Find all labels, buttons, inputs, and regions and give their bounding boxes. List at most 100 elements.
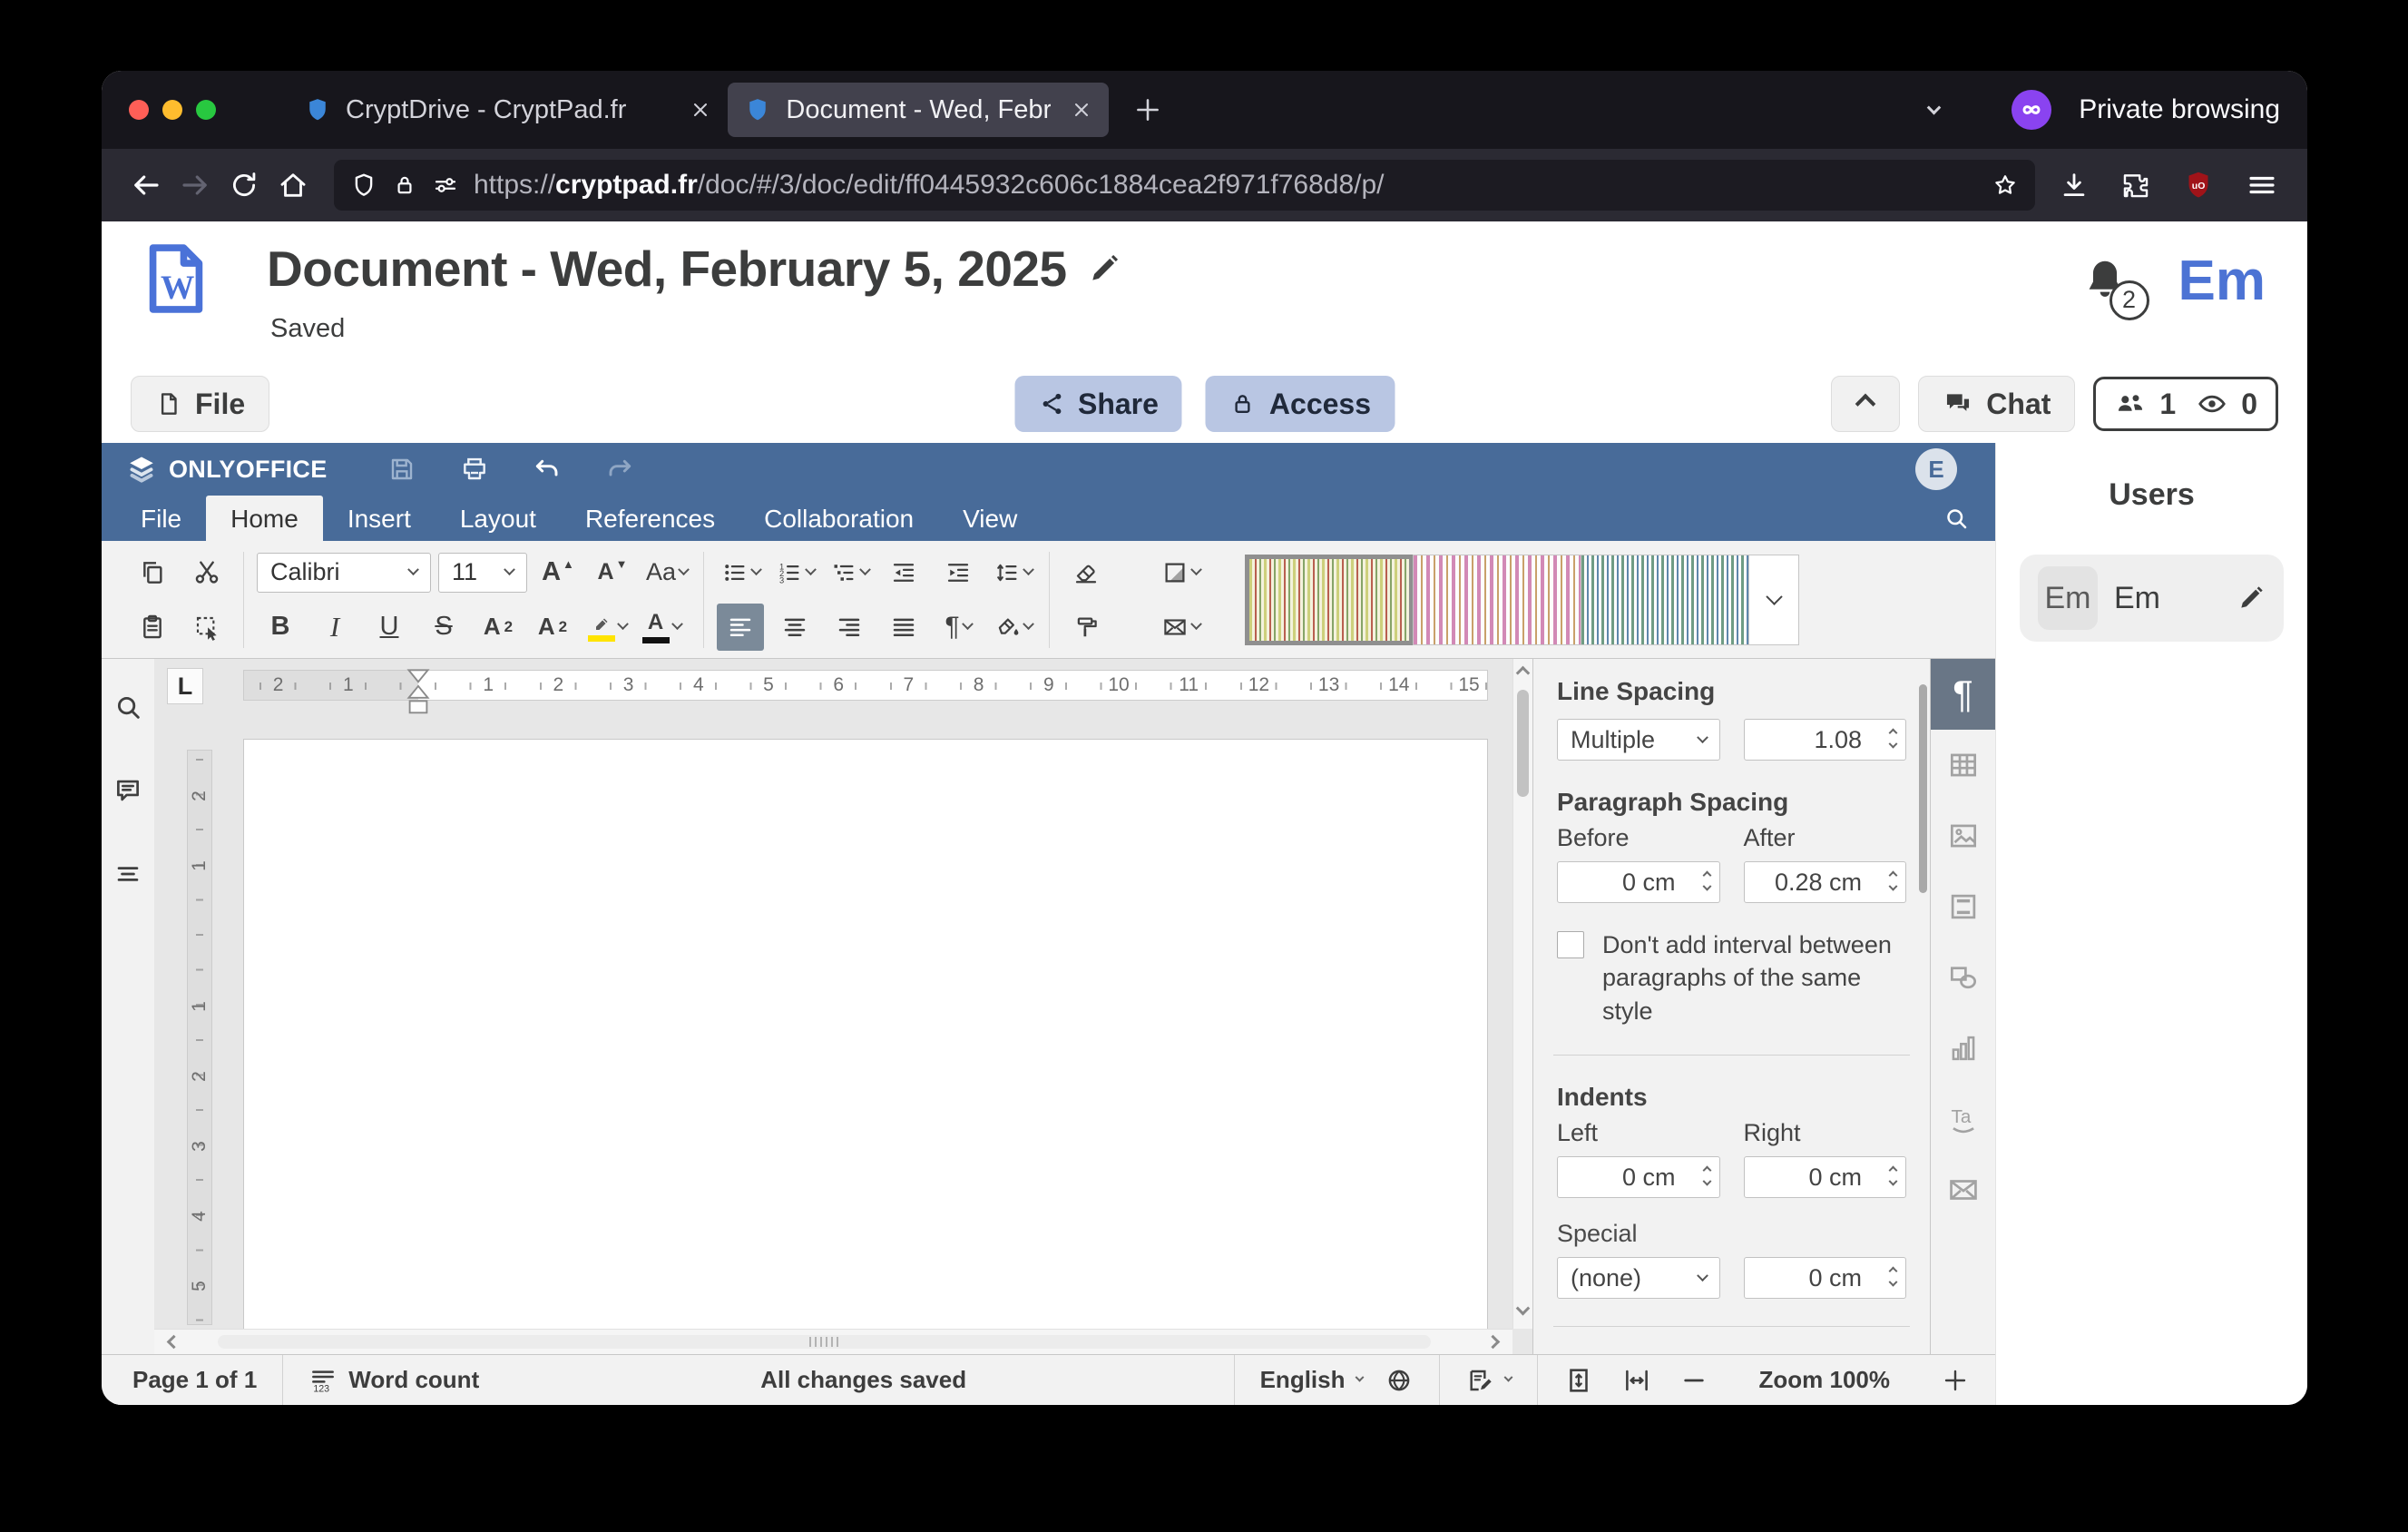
- cell-shading-button[interactable]: [1157, 549, 1204, 596]
- indent-markers[interactable]: [406, 668, 430, 717]
- nonprinting-chars-button[interactable]: ¶: [935, 604, 982, 651]
- align-justify-button[interactable]: [880, 604, 927, 651]
- bookmark-star-icon[interactable]: [1992, 172, 2019, 199]
- copy-button[interactable]: [129, 549, 176, 596]
- text-art-settings-tab[interactable]: [1931, 1084, 1996, 1154]
- collapse-toolbar-button[interactable]: [1831, 376, 1900, 432]
- menu-tab-view[interactable]: View: [938, 496, 1042, 541]
- align-right-button[interactable]: [826, 604, 873, 651]
- chat-button[interactable]: Chat: [1918, 376, 2075, 432]
- document-page[interactable]: [243, 739, 1488, 1354]
- multilevel-list-button[interactable]: [826, 549, 873, 596]
- scroll-up-arrow[interactable]: [1516, 666, 1531, 681]
- bold-button[interactable]: B: [257, 604, 304, 651]
- menu-tab-insert[interactable]: Insert: [323, 496, 436, 541]
- tab-close-icon[interactable]: [1071, 99, 1092, 121]
- tab-list-chevron-icon[interactable]: [1927, 100, 1942, 114]
- menu-tab-home[interactable]: Home: [206, 496, 323, 541]
- spin-down-icon[interactable]: [1889, 740, 1898, 749]
- change-case-button[interactable]: Aa: [643, 549, 690, 596]
- indent-right-input[interactable]: 0 cm: [1744, 1156, 1907, 1198]
- align-center-button[interactable]: [771, 604, 818, 651]
- tab-cryptdrive[interactable]: CryptDrive - CryptPad.fr: [288, 83, 728, 137]
- align-left-button[interactable]: [717, 604, 764, 651]
- menu-tab-layout[interactable]: Layout: [436, 496, 561, 541]
- tab-document[interactable]: Document - Wed, February 5, 20: [728, 83, 1109, 137]
- spin-up-icon[interactable]: [1889, 729, 1898, 738]
- chart-settings-tab[interactable]: [1931, 1013, 1996, 1084]
- editor-search-icon[interactable]: [1943, 505, 1970, 532]
- find-icon[interactable]: [113, 692, 143, 722]
- font-size-select[interactable]: 11: [438, 553, 527, 593]
- permissions-icon[interactable]: [432, 172, 459, 199]
- url-bar[interactable]: https://cryptpad.fr/doc/#/3/doc/edit/ff0…: [334, 160, 2035, 211]
- menu-tab-collaboration[interactable]: Collaboration: [739, 496, 938, 541]
- style-thumbnail-normal[interactable]: [1245, 555, 1414, 645]
- undo-icon[interactable]: [533, 455, 562, 484]
- account-name[interactable]: Em: [2178, 249, 2266, 313]
- app-menu-icon[interactable]: [2246, 169, 2278, 201]
- spellcheck-button[interactable]: [1465, 1366, 1512, 1395]
- window-close-button[interactable]: [129, 100, 149, 120]
- forward-button[interactable]: [171, 161, 220, 210]
- paste-button[interactable]: [129, 604, 176, 651]
- scroll-down-arrow[interactable]: [1516, 1301, 1531, 1316]
- file-button[interactable]: File: [131, 376, 269, 432]
- zoom-out-icon[interactable]: [1679, 1366, 1708, 1395]
- clear-style-button[interactable]: [1062, 549, 1110, 596]
- tab-stop-selector[interactable]: L: [167, 668, 203, 704]
- tab-close-icon[interactable]: [690, 99, 711, 121]
- style-thumbnail-3[interactable]: [1581, 555, 1749, 645]
- spacing-after-input[interactable]: 0.28 cm: [1744, 861, 1907, 903]
- vertical-scroll-thumb[interactable]: [1517, 690, 1529, 797]
- select-all-button[interactable]: [183, 604, 230, 651]
- paragraph-shading-button[interactable]: [989, 604, 1036, 651]
- fit-width-icon[interactable]: [1621, 1365, 1652, 1396]
- edit-user-pencil-icon[interactable]: [2237, 584, 2266, 613]
- line-spacing-select[interactable]: Multiple: [1557, 719, 1720, 761]
- zoom-in-icon[interactable]: [1941, 1366, 1970, 1395]
- access-button[interactable]: Access: [1206, 376, 1395, 432]
- zoom-level[interactable]: Zoom 100%: [1759, 1366, 1891, 1394]
- panel-scroll-thumb[interactable]: [1919, 684, 1927, 893]
- highlight-color-button[interactable]: [583, 604, 631, 651]
- fit-page-icon[interactable]: [1563, 1365, 1594, 1396]
- mail-merge-settings-tab[interactable]: [1931, 1154, 1996, 1225]
- subscript-button[interactable]: A2: [529, 604, 576, 651]
- italic-button[interactable]: I: [311, 604, 358, 651]
- page-indicator[interactable]: Page 1 of 1: [132, 1366, 257, 1394]
- globe-icon[interactable]: [1385, 1366, 1414, 1395]
- vertical-ruler[interactable]: 21123456: [187, 750, 212, 1325]
- horizontal-scroll-thumb[interactable]: [218, 1335, 1431, 1349]
- menu-tab-references[interactable]: References: [561, 496, 739, 541]
- vertical-scrollbar[interactable]: [1512, 659, 1532, 1329]
- line-spacing-button[interactable]: [989, 549, 1036, 596]
- comments-icon[interactable]: [113, 775, 143, 806]
- mail-merge-button[interactable]: [1157, 604, 1204, 651]
- menu-tab-file[interactable]: File: [116, 496, 206, 541]
- downloads-icon[interactable]: [2059, 170, 2090, 201]
- reload-button[interactable]: [220, 161, 269, 210]
- window-minimize-button[interactable]: [162, 100, 182, 120]
- window-maximize-button[interactable]: [196, 100, 216, 120]
- ublock-icon[interactable]: uO: [2182, 169, 2215, 201]
- header-footer-settings-tab[interactable]: [1931, 871, 1996, 942]
- styles-gallery-expand-button[interactable]: [1748, 555, 1799, 645]
- table-settings-tab[interactable]: [1931, 730, 1996, 800]
- extensions-icon[interactable]: [2120, 170, 2151, 201]
- superscript-button[interactable]: A2: [475, 604, 522, 651]
- paragraph-settings-tab[interactable]: ¶: [1931, 659, 1996, 730]
- horizontal-ruler[interactable]: 21123456789101112131415: [243, 670, 1488, 701]
- decrease-font-button[interactable]: A▼: [589, 549, 636, 596]
- share-button[interactable]: Share: [1014, 376, 1182, 432]
- increase-font-button[interactable]: A▲: [534, 549, 582, 596]
- interval-checkbox[interactable]: [1557, 931, 1584, 958]
- style-thumbnail-2[interactable]: [1413, 555, 1581, 645]
- save-icon[interactable]: [387, 455, 416, 484]
- word-count-button[interactable]: Word count: [308, 1366, 479, 1395]
- bullet-list-button[interactable]: [717, 549, 764, 596]
- editor-avatar[interactable]: E: [1915, 448, 1957, 490]
- line-spacing-value-input[interactable]: 1.08: [1744, 719, 1907, 761]
- user-list-item[interactable]: Em Em: [2020, 555, 2284, 642]
- language-select[interactable]: English: [1260, 1366, 1414, 1395]
